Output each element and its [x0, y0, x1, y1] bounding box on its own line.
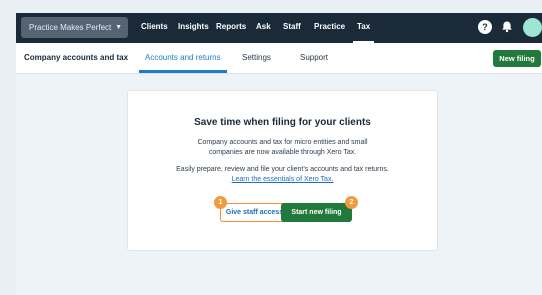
nav-clients[interactable]: Clients — [141, 13, 168, 43]
nav-practice[interactable]: Practice — [314, 13, 345, 43]
give-staff-access-button[interactable]: Give staff access — [220, 203, 289, 222]
tab-settings[interactable]: Settings — [242, 43, 271, 73]
card-heading: Save time when filing for your clients — [194, 117, 371, 128]
nav-insights[interactable]: Insights — [178, 13, 209, 43]
step-marker-1: 1 — [214, 196, 227, 209]
onboarding-card: Save time when filing for your clients C… — [127, 90, 438, 251]
page-title: Company accounts and tax — [24, 53, 129, 62]
bell-icon[interactable] — [499, 19, 515, 35]
card-intro-text: Company accounts and tax for micro entit… — [128, 138, 437, 158]
organisation-name: Practice Makes Perfect — [29, 23, 112, 32]
intro-line-2: companies are now available through Xero… — [208, 149, 357, 156]
nav-tax[interactable]: Tax — [352, 13, 375, 43]
avatar[interactable] — [523, 18, 542, 37]
new-filing-button[interactable]: New filing — [493, 50, 541, 67]
app-window: Practice Makes Perfect ▼ Clients Insight… — [16, 13, 542, 295]
sub-navigation: Company accounts and tax Accounts and re… — [16, 43, 542, 74]
nav-staff[interactable]: Staff — [283, 13, 301, 43]
help-icon[interactable]: ? — [478, 20, 492, 34]
description-line-1: Easily prepare, review and file your cli… — [176, 166, 389, 173]
nav-ask[interactable]: Ask — [256, 13, 271, 43]
learn-xero-tax-link[interactable]: Learn the essentials of Xero Tax. — [232, 176, 334, 183]
intro-line-1: Company accounts and tax for micro entit… — [197, 139, 368, 146]
top-navigation: Practice Makes Perfect ▼ Clients Insight… — [16, 13, 542, 43]
step-marker-2: 2 — [345, 196, 358, 209]
card-description-text: Easily prepare, review and file your cli… — [128, 165, 437, 185]
chevron-down-icon: ▼ — [115, 24, 122, 31]
start-new-filing-button[interactable]: Start new filing — [281, 203, 352, 222]
nav-reports[interactable]: Reports — [216, 13, 246, 43]
tab-support[interactable]: Support — [300, 43, 328, 73]
tab-accounts-and-returns[interactable]: Accounts and returns — [139, 43, 227, 73]
organisation-switcher[interactable]: Practice Makes Perfect ▼ — [21, 17, 128, 38]
